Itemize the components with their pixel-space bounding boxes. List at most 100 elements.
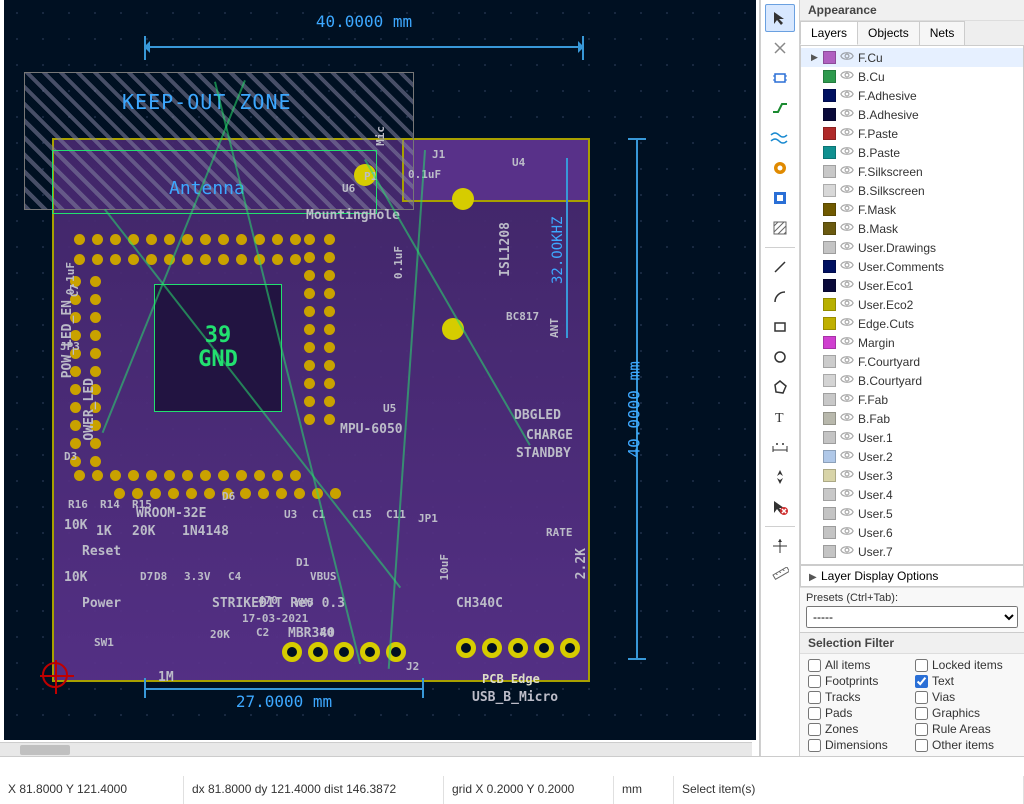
layer-row[interactable]: B.Adhesive <box>801 105 1023 124</box>
tab-nets[interactable]: Nets <box>919 21 966 45</box>
layer-swatch[interactable] <box>823 279 836 292</box>
selection-filter-item[interactable]: Zones <box>808 722 909 736</box>
layer-swatch[interactable] <box>823 184 836 197</box>
tool-highlight-net[interactable] <box>765 34 795 62</box>
layer-visibility-icon[interactable] <box>840 144 854 161</box>
layer-swatch[interactable] <box>823 222 836 235</box>
layer-swatch[interactable] <box>823 469 836 482</box>
layer-visibility-icon[interactable] <box>840 410 854 427</box>
layer-row[interactable]: User.Drawings <box>801 238 1023 257</box>
tool-route-diff-pair[interactable] <box>765 124 795 152</box>
selection-filter-checkbox[interactable] <box>915 675 928 688</box>
tool-place-footprint[interactable] <box>765 64 795 92</box>
layer-swatch[interactable] <box>823 70 836 83</box>
layer-row[interactable]: F.Fab <box>801 390 1023 409</box>
layer-visibility-icon[interactable] <box>840 334 854 351</box>
layer-visibility-icon[interactable] <box>840 182 854 199</box>
layer-swatch[interactable] <box>823 374 836 387</box>
layer-swatch[interactable] <box>823 146 836 159</box>
layer-row[interactable]: B.Fab <box>801 409 1023 428</box>
layer-row[interactable]: F.Paste <box>801 124 1023 143</box>
horizontal-scrollbar[interactable] <box>0 742 752 756</box>
layer-visibility-icon[interactable] <box>840 87 854 104</box>
tool-measure[interactable] <box>765 562 795 590</box>
layer-visibility-icon[interactable] <box>840 125 854 142</box>
layer-row[interactable]: User.2 <box>801 447 1023 466</box>
layer-visibility-icon[interactable] <box>840 353 854 370</box>
tool-grid-origin[interactable] <box>765 532 795 560</box>
layer-swatch[interactable] <box>823 241 836 254</box>
layer-visibility-icon[interactable] <box>840 486 854 503</box>
selection-filter-item[interactable]: Tracks <box>808 690 909 704</box>
selection-filter-checkbox[interactable] <box>808 659 821 672</box>
selection-filter-item[interactable]: Locked items <box>915 658 1016 672</box>
layer-row[interactable]: F.Courtyard <box>801 352 1023 371</box>
status-units[interactable]: mm <box>614 776 674 804</box>
layer-visibility-icon[interactable] <box>840 372 854 389</box>
layer-swatch[interactable] <box>823 488 836 501</box>
presets-select[interactable]: ----- <box>806 606 1018 628</box>
layer-row[interactable]: User.Comments <box>801 257 1023 276</box>
layer-row[interactable]: B.Courtyard <box>801 371 1023 390</box>
layer-row[interactable]: Edge.Cuts <box>801 314 1023 333</box>
layer-row[interactable]: User.4 <box>801 485 1023 504</box>
tool-draw-rect[interactable] <box>765 313 795 341</box>
tool-draw-arc[interactable] <box>765 283 795 311</box>
tool-draw-circle[interactable] <box>765 343 795 371</box>
layer-swatch[interactable] <box>823 89 836 102</box>
layer-swatch[interactable] <box>823 298 836 311</box>
layer-visibility-icon[interactable] <box>840 315 854 332</box>
layer-row[interactable]: B.Cu <box>801 67 1023 86</box>
layer-visibility-icon[interactable] <box>840 448 854 465</box>
selection-filter-item[interactable]: Dimensions <box>808 738 909 752</box>
layer-row[interactable]: B.Mask <box>801 219 1023 238</box>
tool-draw-polygon[interactable] <box>765 373 795 401</box>
pcb-canvas[interactable]: KEEP-OUT ZONE Antenna 40.0000 mm 27.0000… <box>4 0 756 740</box>
tab-layers[interactable]: Layers <box>800 21 858 45</box>
layer-visibility-icon[interactable] <box>840 49 854 66</box>
selection-filter-checkbox[interactable] <box>808 707 821 720</box>
selection-filter-checkbox[interactable] <box>808 691 821 704</box>
layer-row[interactable]: B.Paste <box>801 143 1023 162</box>
layer-row[interactable]: User.7 <box>801 542 1023 561</box>
layer-swatch[interactable] <box>823 51 836 64</box>
selection-filter-item[interactable]: Vias <box>915 690 1016 704</box>
layer-swatch[interactable] <box>823 412 836 425</box>
tool-draw-line[interactable] <box>765 253 795 281</box>
layer-row[interactable]: User.3 <box>801 466 1023 485</box>
layer-display-options-toggle[interactable]: ▶Layer Display Options <box>800 565 1024 587</box>
selection-filter-item[interactable]: Text <box>915 674 1016 688</box>
layer-row[interactable]: User.Eco1 <box>801 276 1023 295</box>
selection-filter-checkbox[interactable] <box>808 675 821 688</box>
layer-visibility-icon[interactable] <box>840 106 854 123</box>
layer-swatch[interactable] <box>823 317 836 330</box>
tool-select[interactable] <box>765 4 795 32</box>
layer-visibility-icon[interactable] <box>840 505 854 522</box>
selection-filter-item[interactable]: Pads <box>808 706 909 720</box>
selection-filter-checkbox[interactable] <box>915 739 928 752</box>
layer-row[interactable]: User.6 <box>801 523 1023 542</box>
layer-swatch[interactable] <box>823 336 836 349</box>
tool-add-rule-area[interactable] <box>765 214 795 242</box>
layer-swatch[interactable] <box>823 260 836 273</box>
tool-route-track[interactable] <box>765 94 795 122</box>
selection-filter-checkbox[interactable] <box>808 723 821 736</box>
selection-filter-checkbox[interactable] <box>915 723 928 736</box>
layer-swatch[interactable] <box>823 393 836 406</box>
layer-visibility-icon[interactable] <box>840 296 854 313</box>
tool-set-origin[interactable] <box>765 463 795 491</box>
layer-row[interactable]: Margin <box>801 333 1023 352</box>
layer-visibility-icon[interactable] <box>840 429 854 446</box>
layer-row[interactable]: B.Silkscreen <box>801 181 1023 200</box>
selection-filter-checkbox[interactable] <box>915 691 928 704</box>
layer-swatch[interactable] <box>823 431 836 444</box>
layer-visibility-icon[interactable] <box>840 391 854 408</box>
layer-row[interactable]: ▶F.Cu <box>801 48 1023 67</box>
layer-swatch[interactable] <box>823 545 836 558</box>
tool-place-text[interactable]: T <box>765 403 795 431</box>
selection-filter-checkbox[interactable] <box>915 659 928 672</box>
layer-visibility-icon[interactable] <box>840 68 854 85</box>
tool-add-dimension[interactable] <box>765 433 795 461</box>
layer-visibility-icon[interactable] <box>840 220 854 237</box>
selection-filter-checkbox[interactable] <box>808 739 821 752</box>
